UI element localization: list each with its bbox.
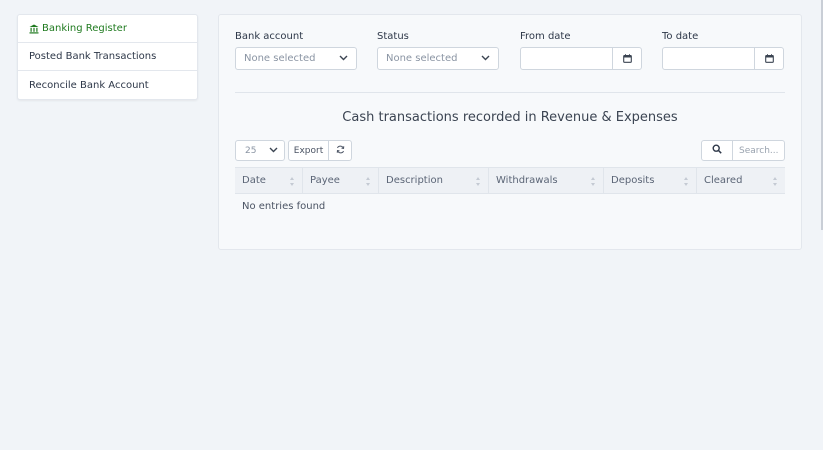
bank-icon: [29, 24, 39, 34]
sidebar-item-posted-bank-transactions[interactable]: Posted Bank Transactions: [18, 43, 197, 71]
refresh-icon: [336, 145, 345, 157]
column-label: Withdrawals: [496, 175, 558, 186]
page-length-value: 25: [245, 145, 257, 156]
bank-account-value: None selected: [244, 53, 316, 64]
from-date-label: From date: [520, 31, 571, 42]
column-label: Description: [386, 175, 443, 186]
search-input[interactable]: [733, 141, 784, 160]
sort-icon: [475, 177, 481, 186]
bank-account-select[interactable]: None selected: [235, 47, 357, 70]
sidebar-menu: Banking Register Posted Bank Transaction…: [17, 14, 198, 100]
sort-icon: [289, 177, 295, 186]
status-filter: Status None selected: [377, 31, 499, 70]
to-date-field: [662, 47, 784, 70]
sort-icon: [683, 177, 689, 186]
divider: [235, 92, 785, 93]
sort-icon: [365, 177, 371, 186]
sidebar-item-reconcile-bank-account[interactable]: Reconcile Bank Account: [18, 71, 197, 99]
sort-icon: [590, 177, 596, 186]
calendar-icon[interactable]: [612, 48, 641, 69]
from-date-field: [520, 47, 642, 70]
sidebar-item-label: Posted Bank Transactions: [29, 51, 157, 62]
status-select[interactable]: None selected: [377, 47, 499, 70]
sort-icon: [772, 177, 778, 186]
status-value: None selected: [386, 53, 458, 64]
column-label: Date: [242, 175, 266, 186]
column-header-withdrawals[interactable]: Withdrawals: [489, 168, 604, 193]
sidebar-item-label: Banking Register: [42, 23, 127, 34]
column-header-date[interactable]: Date: [235, 168, 303, 193]
column-header-description[interactable]: Description: [379, 168, 489, 193]
banking-register-panel: Bank account None selected Status None s…: [218, 14, 802, 250]
table-header-row: Date Payee Description Withdrawals Depos…: [235, 167, 785, 194]
chevron-down-icon: [481, 53, 490, 64]
bank-account-filter: Bank account None selected: [235, 31, 357, 70]
table-search: [701, 140, 785, 161]
column-header-payee[interactable]: Payee: [303, 168, 379, 193]
export-button[interactable]: Export: [289, 141, 329, 160]
from-date-filter: From date: [520, 31, 642, 70]
column-label: Payee: [310, 175, 340, 186]
sidebar-item-banking-register[interactable]: Banking Register: [18, 15, 197, 43]
chevron-down-icon: [269, 146, 278, 156]
page-length-select[interactable]: 25: [235, 140, 285, 161]
column-header-deposits[interactable]: Deposits: [604, 168, 697, 193]
bank-account-label: Bank account: [235, 31, 304, 42]
column-label: Cleared: [704, 175, 743, 186]
to-date-filter: To date: [662, 31, 784, 70]
empty-table-message: No entries found: [242, 201, 326, 212]
column-header-cleared[interactable]: Cleared: [697, 168, 785, 193]
search-icon: [712, 144, 722, 157]
chevron-down-icon: [339, 53, 348, 64]
refresh-button[interactable]: [329, 141, 351, 160]
sidebar-item-label: Reconcile Bank Account: [29, 79, 149, 91]
column-label: Deposits: [611, 175, 655, 186]
to-date-input[interactable]: [663, 48, 754, 69]
search-button[interactable]: [702, 141, 733, 160]
to-date-label: To date: [662, 31, 699, 42]
calendar-icon[interactable]: [754, 48, 783, 69]
from-date-input[interactable]: [521, 48, 612, 69]
table-button-group: Export: [288, 140, 352, 161]
status-label: Status: [377, 31, 409, 42]
table-caption: Cash transactions recorded in Revenue & …: [342, 110, 678, 125]
